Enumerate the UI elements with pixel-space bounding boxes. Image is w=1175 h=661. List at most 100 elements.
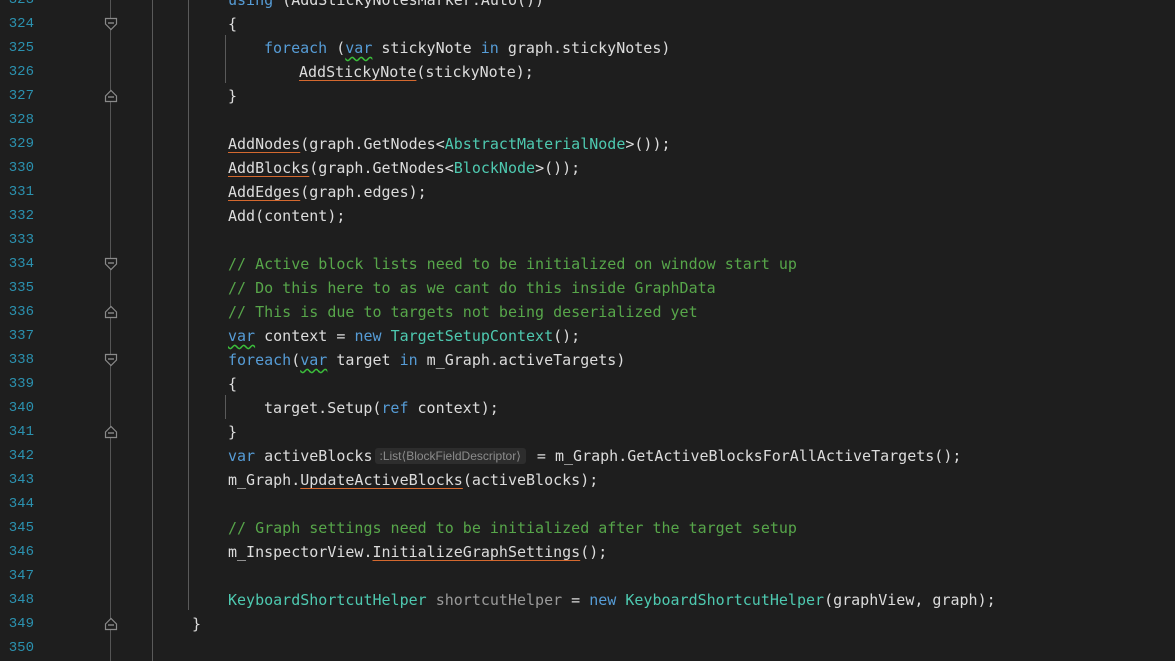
code-editor[interactable]: 323 using (AddStickyNotesMarker.Auto()) 32… [0,0,1175,661]
code-keyword: var [228,327,256,345]
code-text[interactable]: foreach(var target in m_Graph.activeTarg… [228,348,625,372]
code-line[interactable]: 348 KeyboardShortcutHelper shortcutHelper… [0,588,1175,612]
code-line[interactable]: 328 [0,108,1175,132]
code-text[interactable]: // This is due to targets not being dese… [228,300,698,324]
line-number: 328 [8,112,34,128]
code-line[interactable]: 329 AddNodes(graph.GetNodes<AbstractMater… [0,132,1175,156]
code-line[interactable]: 334 // Active block lists need to be init… [0,252,1175,276]
code-line[interactable]: 332 Add(content); [0,204,1175,228]
code-text[interactable]: } [228,420,237,444]
fold-collapse-icon[interactable] [104,257,118,271]
code-keyword: new [354,327,382,345]
code-keyword: new [589,591,617,609]
code-text[interactable]: AddEdges(graph.edges); [228,180,427,204]
line-number: 334 [8,256,34,272]
code-text[interactable]: var context = new TargetSetupContext(); [228,324,580,348]
code-line[interactable]: 350 [0,636,1175,660]
code-text[interactable]: { [228,372,237,396]
code-token: context); [408,399,499,417]
line-number: 330 [8,160,34,176]
code-line[interactable]: 331 AddEdges(graph.edges); [0,180,1175,204]
code-token: (); [580,543,608,561]
code-text[interactable]: using (AddStickyNotesMarker.Auto()) [228,0,544,12]
code-type-name: KeyboardShortcutHelper [625,591,825,609]
line-number: 332 [8,208,34,224]
code-line[interactable]: 341} [0,420,1175,444]
code-line[interactable]: 327} [0,84,1175,108]
code-token: ( [327,39,346,57]
code-comment: // Graph settings need to be initialized… [228,519,797,537]
code-text[interactable]: m_InspectorView.InitializeGraphSettings(… [228,540,607,564]
line-number: 337 [8,328,34,344]
code-token: ( [291,351,301,369]
code-keyword: foreach [264,39,328,57]
code-comment: // This is due to targets not being dese… [228,303,698,321]
code-text[interactable]: // Graph settings need to be initialized… [228,516,797,540]
code-token: m_InspectorView. [228,543,373,561]
code-text[interactable]: AddNodes(graph.GetNodes<AbstractMaterial… [228,132,671,156]
line-number: 326 [8,64,34,80]
code-text[interactable]: } [228,84,237,108]
line-number: 335 [8,280,34,296]
code-text[interactable]: target.Setup(ref context); [264,396,499,420]
code-token: AddEdges [228,183,301,201]
code-keyword: in [480,39,499,57]
fold-end-icon[interactable] [104,305,118,319]
code-token: UpdateActiveBlocks [300,471,463,489]
code-line[interactable]: 345 // Graph settings need to be initiali… [0,516,1175,540]
fold-collapse-icon[interactable] [104,17,118,31]
code-line[interactable]: 343 m_Graph.UpdateActiveBlocks(activeBloc… [0,468,1175,492]
fold-collapse-icon[interactable] [104,353,118,367]
code-text[interactable]: // Do this here to as we cant do this in… [228,276,716,300]
code-token: AddStickyNote [299,63,417,81]
line-number: 342 [8,448,34,464]
code-line[interactable]: 342 var activeBlocks:List⟨BlockFieldDescr… [0,444,1175,468]
code-keyword: var [345,39,373,57]
line-number: 339 [8,376,34,392]
code-keyword: in [399,351,418,369]
code-line[interactable]: 336 // This is due to targets not being d… [0,300,1175,324]
code-token: AddBlocks [228,159,310,177]
code-text[interactable]: foreach (var stickyNote in graph.stickyN… [264,36,670,60]
code-token: (graph.edges); [300,183,427,201]
fold-end-icon[interactable] [104,617,118,631]
code-text[interactable]: m_Graph.UpdateActiveBlocks(activeBlocks)… [228,468,598,492]
code-text[interactable]: } [192,612,201,636]
code-keyword: foreach [228,351,292,369]
code-line[interactable]: 326 AddStickyNote(stickyNote); [0,60,1175,84]
line-number: 348 [8,592,34,608]
code-line[interactable]: 344 [0,492,1175,516]
code-token: graph.stickyNotes) [498,39,671,57]
code-line[interactable]: 324 { [0,12,1175,36]
code-comment: // Active block lists need to be initial… [228,255,797,273]
code-line[interactable]: 323 using (AddStickyNotesMarker.Auto()) [0,0,1175,12]
code-token: shortcutHelper [435,591,563,609]
fold-end-icon[interactable] [104,89,118,103]
code-line[interactable]: 349} [0,612,1175,636]
code-token: >()); [625,135,671,153]
code-line[interactable]: 339 { [0,372,1175,396]
code-line[interactable]: 330 AddBlocks(graph.GetNodes<BlockNode>()… [0,156,1175,180]
code-text[interactable]: { [228,12,237,36]
code-token: stickyNote [372,39,481,57]
code-text[interactable]: Add(content); [228,204,345,228]
code-text[interactable]: var activeBlocks:List⟨BlockFieldDescript… [228,444,961,468]
code-line[interactable]: 338 foreach(var target in m_Graph.activeT… [0,348,1175,372]
code-text[interactable]: // Active block lists need to be initial… [228,252,797,276]
code-line[interactable]: 335 // Do this here to as we cant do this… [0,276,1175,300]
fold-end-icon[interactable] [104,425,118,439]
code-token: { [228,375,238,393]
code-line[interactable]: 346 m_InspectorView.InitializeGraphSettin… [0,540,1175,564]
code-token: target.Setup( [264,399,382,417]
code-text[interactable]: AddBlocks(graph.GetNodes<BlockNode>()); [228,156,580,180]
code-line[interactable]: 347 [0,564,1175,588]
code-line[interactable]: 325 foreach (var stickyNote in graph.stic… [0,36,1175,60]
code-text[interactable]: AddStickyNote(stickyNote); [299,60,534,84]
code-line[interactable]: 337 var context = new TargetSetupContext(… [0,324,1175,348]
code-text[interactable]: KeyboardShortcutHelper shortcutHelper = … [228,588,996,612]
line-number: 344 [8,496,34,512]
code-line[interactable]: 340 target.Setup(ref context); [0,396,1175,420]
line-number: 350 [8,640,34,656]
code-line[interactable]: 333 [0,228,1175,252]
